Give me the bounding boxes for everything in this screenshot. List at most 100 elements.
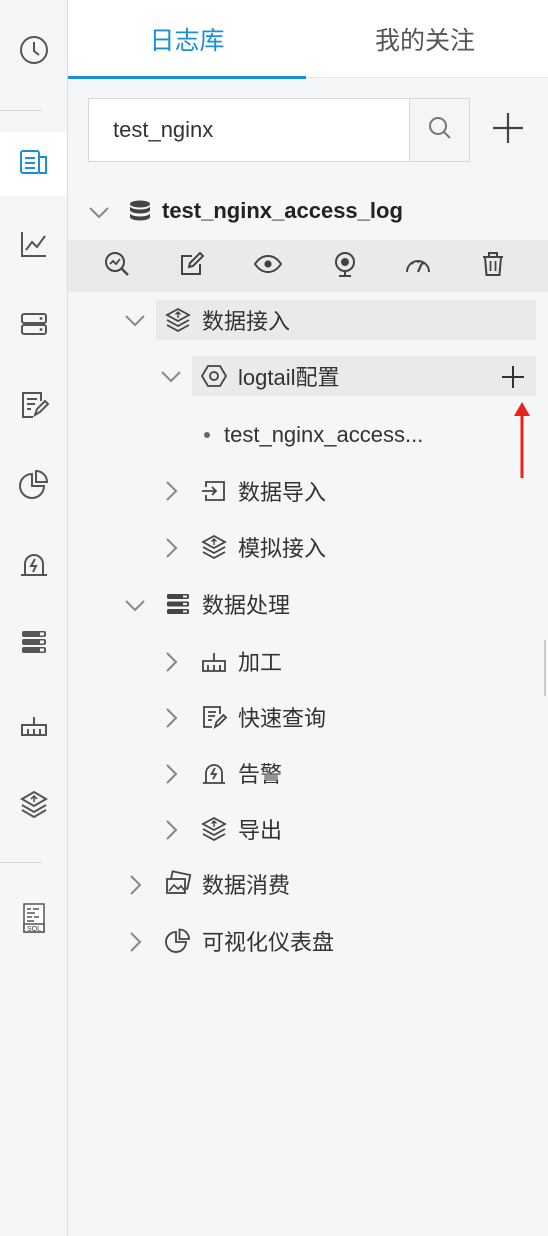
gauge-button[interactable] — [401, 249, 435, 283]
logstore-icon — [17, 145, 51, 183]
rail-alert[interactable] — [0, 534, 67, 598]
rail-clock[interactable] — [0, 20, 67, 84]
node-label: 模拟接入 — [238, 537, 327, 562]
project-name: test_nginx_access_log — [162, 198, 403, 223]
images-icon — [166, 870, 192, 894]
rail-list[interactable] — [0, 612, 67, 676]
rail-chart[interactable] — [0, 214, 67, 278]
rail-transform[interactable] — [0, 694, 67, 758]
node-label: 告警 — [238, 763, 283, 788]
chevron-right-icon[interactable] — [160, 707, 182, 729]
chevron-right-icon[interactable] — [160, 537, 182, 559]
tree-node-mock-ingest[interactable]: 模拟接入 — [238, 527, 478, 567]
tree-node-export[interactable]: 导出 — [238, 809, 438, 849]
gauge-icon — [403, 250, 433, 282]
svg-text:SQL: SQL — [26, 926, 40, 933]
rail-divider — [0, 110, 42, 111]
chevron-right-icon[interactable] — [124, 874, 146, 896]
transform-icon — [17, 707, 51, 745]
trash-icon — [480, 250, 506, 282]
tree-node-transform[interactable]: 加工 — [238, 641, 438, 681]
node-label: 可视化仪表盘 — [202, 931, 335, 956]
project-toolbar — [68, 240, 548, 292]
search-chart-icon — [103, 250, 131, 282]
monitor-button[interactable] — [328, 249, 362, 283]
bullet-dot — [204, 432, 210, 438]
rail-sql[interactable]: SQL — [0, 888, 67, 952]
rail-layers[interactable] — [0, 774, 67, 838]
server-icon — [17, 307, 51, 345]
chevron-down-icon[interactable] — [124, 309, 146, 331]
plus-icon — [490, 110, 526, 150]
webcam-icon — [331, 250, 359, 282]
search-button[interactable] — [409, 99, 469, 161]
rail-query[interactable] — [0, 374, 67, 438]
query-analysis-button[interactable] — [100, 249, 134, 283]
add-logtail-config-button[interactable] — [500, 364, 526, 390]
layers-icon — [201, 816, 227, 842]
chevron-down-icon[interactable] — [160, 365, 182, 387]
search-input[interactable] — [89, 99, 409, 161]
preview-button[interactable] — [251, 249, 285, 283]
tree-node-data-import[interactable]: 数据导入 — [238, 471, 478, 511]
transform-icon — [202, 653, 226, 672]
layers-icon — [201, 534, 227, 560]
tab-bar: 日志库 我的关注 — [68, 0, 548, 79]
alert-icon — [17, 547, 51, 585]
tree-node-logtail-config[interactable]: logtail配置 — [192, 356, 536, 396]
scrollbar[interactable] — [544, 640, 546, 696]
chevron-right-icon[interactable] — [160, 763, 182, 785]
pie-chart-icon — [17, 467, 51, 505]
chevron-right-icon[interactable] — [160, 819, 182, 841]
list-icon — [167, 594, 189, 614]
node-label: 导出 — [238, 819, 283, 844]
search-icon — [427, 115, 453, 145]
tree-node-quick-query[interactable]: 快速查询 — [238, 697, 478, 737]
hexagon-config-icon — [200, 365, 228, 387]
tree-node-alert[interactable]: 告警 — [238, 753, 438, 793]
chevron-down-icon[interactable] — [124, 594, 146, 616]
tree-node-logtail-item[interactable]: test_nginx_access... — [224, 415, 524, 455]
left-rail: SQL — [0, 0, 68, 1236]
tab-favorites[interactable]: 我的关注 — [306, 0, 544, 78]
edit-button[interactable] — [175, 249, 209, 283]
tree-node-dashboards[interactable]: 可视化仪表盘 — [202, 921, 462, 961]
clock-icon — [17, 33, 51, 71]
tree-node-data-consume[interactable]: 数据消费 — [202, 864, 442, 904]
tree-node-data-ingest[interactable]: 数据接入 — [156, 300, 536, 340]
sql-icon: SQL — [17, 901, 51, 939]
node-label: 数据导入 — [238, 481, 327, 506]
project-node[interactable]: test_nginx_access_log — [68, 184, 548, 240]
layers-icon — [165, 307, 191, 333]
node-label: 快速查询 — [238, 707, 327, 732]
rail-divider-2 — [0, 862, 42, 863]
list-icon — [17, 625, 51, 663]
node-label: 数据消费 — [202, 874, 291, 899]
node-label: 数据处理 — [202, 594, 291, 619]
tab-logstore[interactable]: 日志库 — [68, 0, 306, 79]
chevron-right-icon[interactable] — [124, 931, 146, 953]
chevron-down-icon — [89, 207, 109, 219]
eye-icon — [253, 250, 283, 282]
alert-icon — [203, 764, 225, 784]
rail-dashboard[interactable] — [0, 454, 67, 518]
node-label: 加工 — [238, 651, 283, 676]
line-chart-icon — [17, 227, 51, 265]
node-label: test_nginx_access... — [224, 422, 424, 447]
chevron-right-icon[interactable] — [160, 480, 182, 502]
node-label: 数据接入 — [202, 310, 291, 335]
database-icon — [130, 200, 150, 221]
delete-button[interactable] — [476, 249, 510, 283]
layers-icon — [17, 787, 51, 825]
tree-node-data-processing[interactable]: 数据处理 — [202, 584, 442, 624]
import-icon — [202, 481, 225, 501]
edit-icon — [178, 250, 206, 282]
add-logstore-button[interactable] — [488, 110, 528, 150]
rail-logstore[interactable] — [0, 132, 67, 196]
query-icon — [203, 706, 228, 730]
query-icon — [17, 387, 51, 425]
search-box — [88, 98, 470, 162]
chevron-right-icon[interactable] — [160, 651, 182, 673]
logstore-panel: 日志库 我的关注 test_nginx_access_log 数据接入 logt… — [68, 0, 548, 1236]
rail-server[interactable] — [0, 294, 67, 358]
